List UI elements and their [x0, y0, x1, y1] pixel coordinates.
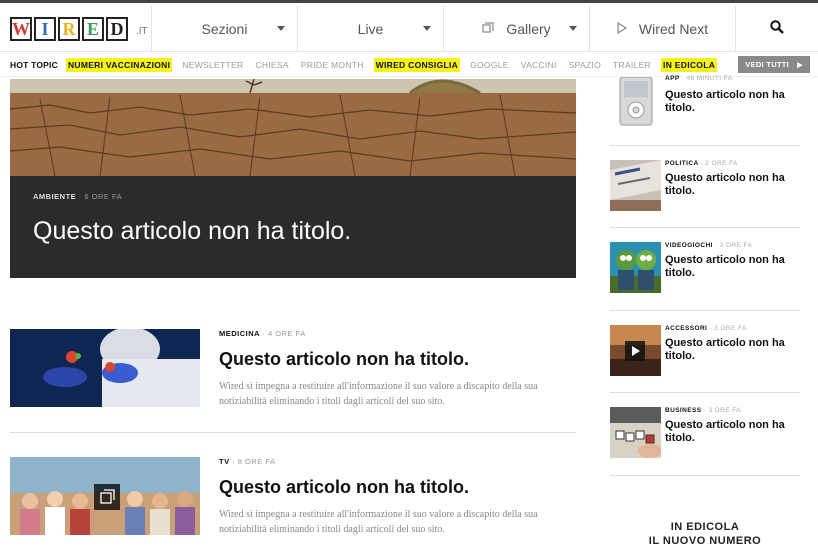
- hero-title[interactable]: Questo articolo non ha titolo.: [33, 217, 351, 246]
- sidebar-thumbnail[interactable]: [610, 160, 661, 211]
- topic-link[interactable]: SPAZIO: [567, 58, 603, 72]
- edicola-line2: IL NUOVO NUMERO: [648, 535, 762, 547]
- hero-article[interactable]: AMBIENTE · 6 ORE FA Questo articolo non …: [10, 79, 576, 278]
- sidebar-title[interactable]: Questo articolo non ha titolo.: [665, 337, 795, 363]
- sidebar-time: 3 ORE FA: [708, 407, 741, 414]
- topic-link[interactable]: NEWSLETTER: [180, 58, 245, 72]
- sidebar-meta: POLITICA · 2 ORE FA: [665, 160, 738, 167]
- article-description: Wired si impegna a restituire all'inform…: [219, 381, 538, 407]
- sidebar-category[interactable]: BUSINESS: [665, 407, 701, 414]
- divider: [610, 227, 800, 228]
- sidebar-thumbnail[interactable]: [610, 77, 661, 126]
- gallery-icon: [482, 21, 494, 37]
- sidebar-article[interactable]: POLITICA · 2 ORE FA Questo articolo non …: [610, 160, 800, 230]
- nav-wired-next[interactable]: Wired Next: [590, 6, 736, 52]
- article-card[interactable]: TV · 8 ORE FA Questo articolo non ha tit…: [10, 457, 576, 547]
- logo-suffix: .IT: [136, 25, 148, 37]
- logo-letter: R: [58, 17, 80, 41]
- sidebar-time: 3 ORE FA: [714, 325, 747, 332]
- logo-letter: I: [34, 17, 56, 41]
- logo-letter: E: [82, 17, 104, 41]
- site-header: W I R E D .IT Sezioni Live Gallery Wired…: [0, 6, 818, 52]
- divider: [10, 432, 576, 433]
- sidebar-meta: APP · 48 MINUTI FA: [665, 75, 733, 82]
- nav-gallery[interactable]: Gallery: [444, 6, 590, 52]
- vedi-tutti-label: VEDI TUTTI: [745, 60, 790, 69]
- sidebar-category[interactable]: VIDEOGIOCHI: [665, 242, 713, 249]
- article-description: Wired si impegna a restituire all'inform…: [219, 509, 538, 535]
- nav-wired-next-label: Wired Next: [638, 21, 709, 37]
- hot-topic-label: HOT TOPIC: [10, 59, 58, 70]
- logo-letter: W: [10, 17, 32, 41]
- sidebar-category[interactable]: ACCESSORI: [665, 325, 707, 332]
- topic-link[interactable]: VACCINI: [519, 58, 559, 72]
- sidebar-article[interactable]: VIDEOGIOCHI · 3 ORE FA Questo articolo n…: [610, 242, 800, 312]
- sidebar-time: 48 MINUTI FA: [686, 75, 733, 82]
- article-time: 4 ORE FA: [268, 329, 306, 338]
- sidebar-title[interactable]: Questo articolo non ha titolo.: [665, 254, 795, 280]
- sidebar-article[interactable]: ACCESSORI · 3 ORE FA Questo articolo non…: [610, 325, 800, 395]
- sidebar-title[interactable]: Questo articolo non ha titolo.: [665, 89, 795, 115]
- article-title[interactable]: Questo articolo non ha titolo.: [219, 477, 469, 498]
- sidebar-article[interactable]: APP · 48 MINUTI FA Questo articolo non h…: [610, 75, 800, 147]
- nav-live[interactable]: Live: [298, 6, 444, 52]
- hero-meta: AMBIENTE · 6 ORE FA: [33, 192, 123, 201]
- sidebar-thumbnail[interactable]: [610, 325, 661, 376]
- page: W I R E D .IT Sezioni Live Gallery Wired…: [0, 0, 818, 550]
- sidebar-category[interactable]: POLITICA: [665, 160, 698, 167]
- nav-gallery-label: Gallery: [506, 21, 551, 37]
- sidebar-time: 2 ORE FA: [705, 160, 738, 167]
- search-icon: [770, 19, 784, 39]
- article-meta: TV · 8 ORE FA: [219, 457, 276, 466]
- topic-link[interactable]: WIRED CONSIGLIA: [373, 57, 461, 72]
- sidebar-title[interactable]: Questo articolo non ha titolo.: [665, 172, 795, 198]
- nav-sezioni[interactable]: Sezioni: [152, 6, 298, 52]
- article-thumbnail[interactable]: [10, 329, 200, 407]
- nav-sezioni-label: Sezioni: [201, 21, 248, 37]
- topic-link[interactable]: CHIESA: [253, 58, 290, 72]
- hero-category[interactable]: AMBIENTE: [33, 192, 76, 201]
- logo-letter: D: [106, 17, 128, 41]
- article-category[interactable]: MEDICINA: [219, 329, 260, 338]
- sidebar-meta: VIDEOGIOCHI · 3 ORE FA: [665, 242, 753, 249]
- divider: [610, 145, 800, 146]
- sidebar-time: 3 ORE FA: [719, 242, 753, 249]
- hero-image: [10, 79, 576, 176]
- sidebar-thumbnail[interactable]: [610, 242, 661, 293]
- chevron-down-icon: [423, 26, 431, 31]
- divider: [610, 392, 800, 393]
- article-category[interactable]: TV: [219, 457, 230, 466]
- nav-live-label: Live: [357, 21, 384, 37]
- in-edicola-section[interactable]: IN EDICOLA IL NUOVO NUMERO: [610, 520, 800, 548]
- topic-link[interactable]: GOOGLE: [468, 58, 511, 72]
- sidebar-article[interactable]: BUSINESS · 3 ORE FA Questo articolo non …: [610, 407, 800, 477]
- hero-time: 6 ORE FA: [84, 192, 123, 201]
- sidebar-thumbnail[interactable]: [610, 407, 661, 458]
- edicola-line1: IN EDICOLA: [670, 521, 740, 533]
- divider: [610, 475, 800, 476]
- sidebar-title[interactable]: Questo articolo non ha titolo.: [665, 419, 795, 445]
- divider: [610, 310, 800, 311]
- article-thumbnail[interactable]: [10, 457, 200, 535]
- chevron-right-icon: ▶: [797, 61, 803, 69]
- article-meta: MEDICINA · 4 ORE FA: [219, 329, 306, 338]
- article-time: 8 ORE FA: [237, 457, 276, 466]
- hot-topic-bar: HOT TOPIC NUMERI VACCINAZIONI NEWSLETTER…: [0, 53, 818, 77]
- topic-link[interactable]: NUMERI VACCINAZIONI: [65, 57, 173, 72]
- topic-link[interactable]: TRAILER: [611, 58, 653, 72]
- chevron-down-icon: [277, 26, 285, 31]
- sidebar-meta: BUSINESS · 3 ORE FA: [665, 407, 741, 414]
- search-button[interactable]: [736, 6, 818, 52]
- sidebar-category[interactable]: APP: [665, 75, 679, 82]
- vedi-tutti-button[interactable]: VEDI TUTTI ▶: [738, 56, 810, 73]
- article-card[interactable]: MEDICINA · 4 ORE FA Questo articolo non …: [10, 329, 576, 419]
- play-icon: [617, 21, 628, 37]
- topic-link[interactable]: IN EDICOLA: [661, 57, 718, 72]
- chevron-down-icon: [569, 26, 577, 31]
- article-title[interactable]: Questo articolo non ha titolo.: [219, 349, 469, 370]
- topic-link[interactable]: PRIDE MONTH: [299, 58, 366, 72]
- sidebar-meta: ACCESSORI · 3 ORE FA: [665, 325, 747, 332]
- wired-logo[interactable]: W I R E D .IT: [0, 6, 152, 52]
